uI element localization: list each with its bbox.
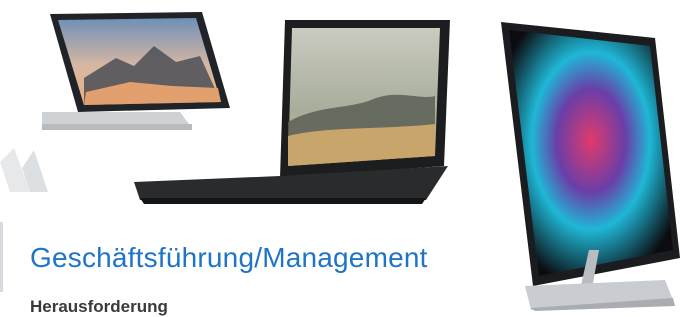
hero-section: Geschäftsführung/Management Herausforder… [0,0,680,316]
brand-logo-fragment [0,148,48,192]
section-subheading: Herausforderung [30,297,168,316]
laptop-device-image [134,20,450,204]
left-divider [0,222,3,292]
page-title: Geschäftsführung/Management [30,242,428,273]
studio-device-image [501,22,680,311]
